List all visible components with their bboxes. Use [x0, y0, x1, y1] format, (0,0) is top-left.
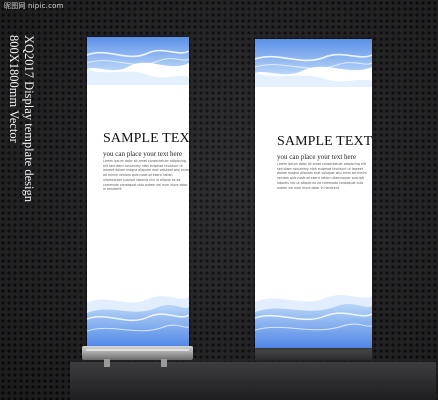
watermark: 昵图网 nipic.com [4, 2, 64, 10]
side-caption-text: XQ2017 Display template design 800X1800m… [6, 35, 36, 202]
side-caption-line-1: XQ2017 Display template design [22, 35, 36, 202]
right-banner-base [255, 348, 372, 360]
wave-bottom-graphic [87, 296, 189, 347]
wave-top-graphic [87, 37, 189, 85]
wave-top-graphic [255, 39, 372, 87]
banner-body-text: Lorem ipsum dolor sit amet consectetuer … [277, 162, 367, 190]
banner-headline: SAMPLE TEXT [103, 131, 189, 146]
floor [70, 362, 436, 400]
banner-body-text: Lorem ipsum dolor sit amet consectetuer … [103, 159, 189, 192]
banner-left: SAMPLE TEXT you can place your text here… [87, 37, 189, 347]
banner-headline: SAMPLE TEXT [277, 134, 372, 149]
banner-subline: you can place your text here [277, 153, 357, 161]
banner-subline: you can place your text here [103, 150, 183, 158]
wave-bottom-graphic [255, 295, 372, 348]
background-vignette [0, 0, 438, 400]
side-caption: XQ2017 Display template design 800X1800m… [2, 35, 36, 370]
banner-right: SAMPLE TEXT you can place your text here… [255, 39, 372, 348]
banner-stand-foot-left [104, 359, 110, 367]
side-caption-line-2: 800X1800mm Vector [7, 35, 21, 143]
banner-stand-foot-right [161, 359, 167, 367]
banner-stand-housing [82, 346, 193, 360]
